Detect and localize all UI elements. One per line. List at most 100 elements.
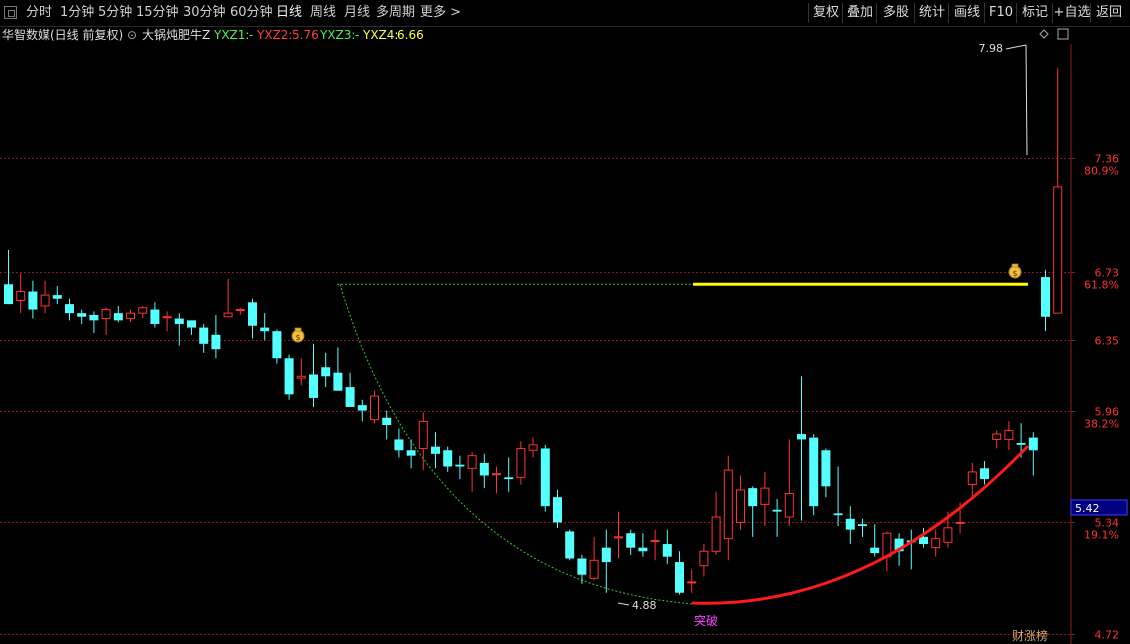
candle-body-68 (833, 513, 843, 516)
candle-37 (455, 455, 465, 480)
candle-60 (736, 475, 745, 530)
candle-71 (870, 524, 880, 557)
candle-body-35 (431, 446, 440, 454)
candle-58 (711, 491, 721, 555)
money-bag-icon-left-neck (294, 327, 302, 332)
candle-body-53 (650, 539, 660, 542)
candle-15 (187, 320, 196, 335)
candle-63 (772, 498, 782, 537)
candle-body-84 (1028, 437, 1038, 451)
candle-27 (333, 347, 343, 391)
candle-body-80 (980, 468, 989, 480)
current-price-label: 5.42 (1075, 502, 1100, 515)
candle-10 (126, 309, 135, 323)
candle-body-33 (406, 450, 416, 456)
candle-body-17 (211, 334, 221, 350)
candle-67 (821, 448, 831, 498)
candle-body-42 (516, 447, 526, 478)
candle-0 (4, 250, 13, 305)
candle-20 (248, 298, 257, 339)
pct-tick-label-1: 61.8% (1084, 279, 1119, 292)
candle-84 (1028, 432, 1038, 476)
candle-51 (626, 529, 636, 555)
candle-61 (748, 486, 758, 537)
low-annotation-arrow (617, 602, 630, 606)
candle-body-61 (748, 488, 758, 507)
candle-body-39 (479, 462, 489, 476)
candle-49 (601, 529, 611, 593)
candle-body-28 (345, 387, 355, 407)
candle-7 (89, 311, 99, 333)
candle-body-85 (1041, 277, 1050, 317)
candle-body-54 (662, 544, 672, 557)
candle-body-79 (967, 471, 977, 486)
candle-body-60 (736, 489, 745, 523)
breakout-signal-label: 突破 (694, 613, 718, 628)
candle-body-7 (89, 314, 99, 321)
candle-82 (1004, 421, 1014, 451)
candle-13 (162, 311, 172, 332)
candle-body-64 (784, 493, 794, 518)
price-tick-label-5: 4.72 (1095, 629, 1120, 642)
candle-66 (809, 434, 819, 516)
high-annotation-arrow (1005, 44, 1027, 50)
candle-69 (845, 506, 855, 545)
candle-32 (394, 428, 404, 458)
candle-body-47 (577, 558, 587, 575)
candle-body-27 (333, 372, 343, 391)
candle-64 (784, 439, 794, 527)
candle-23 (284, 354, 294, 400)
candle-17 (211, 314, 221, 359)
candle-body-77 (943, 527, 953, 543)
candle-body-46 (565, 531, 575, 559)
candle-body-83 (1016, 443, 1026, 445)
candle-body-48 (589, 559, 599, 579)
candle-body-15 (187, 320, 196, 328)
candle-41 (504, 457, 514, 492)
candle-56 (687, 569, 697, 593)
candle-28 (345, 372, 355, 407)
candle-body-55 (675, 562, 684, 593)
candle-body-71 (870, 547, 880, 554)
candle-body-41 (504, 477, 514, 480)
candle-body-14 (174, 318, 184, 324)
money-bag-icon-left-glyph: $ (295, 333, 300, 342)
candle-52 (638, 533, 648, 557)
candle-body-63 (772, 509, 782, 512)
money-bag-icon-right-glyph: $ (1012, 269, 1017, 278)
candle-39 (479, 453, 489, 489)
candle-body-11 (138, 307, 148, 314)
candle-11 (138, 305, 148, 319)
candle-body-21 (260, 327, 270, 332)
candle-body-49 (601, 547, 611, 563)
kline-chart[interactable]: 7.3680.9%6.7361.8%6.355.9638.2%5.3419.1%… (0, 0, 1130, 644)
candle-body-3 (40, 294, 50, 307)
candle-body-67 (821, 450, 831, 487)
candle-31 (382, 410, 392, 440)
candle-22 (272, 329, 282, 364)
candle-body-65 (797, 434, 806, 440)
candle-body-24 (296, 375, 306, 379)
candle-29 (357, 399, 367, 422)
money-bag-icon-right: $ (1008, 263, 1022, 279)
candle-body-62 (760, 487, 770, 505)
candle-body-36 (443, 450, 453, 467)
candle-76 (931, 529, 941, 557)
candle-body-59 (723, 469, 733, 540)
high-price-annotation: 7.98 (979, 42, 1004, 55)
candle-body-58 (711, 516, 721, 552)
candle-body-12 (150, 309, 160, 324)
candle-16 (199, 323, 209, 353)
candle-53 (650, 529, 660, 561)
candle-body-45 (553, 497, 562, 523)
candle-62 (760, 471, 770, 527)
candle-86 (1053, 67, 1063, 314)
candle-57 (699, 544, 709, 577)
candle-19 (235, 307, 245, 315)
candle-38 (467, 452, 477, 492)
candle-body-66 (809, 437, 819, 507)
candle-body-52 (638, 547, 648, 552)
candle-body-2 (28, 291, 38, 310)
candle-body-57 (699, 550, 709, 567)
high-wick-line (1025, 44, 1028, 156)
